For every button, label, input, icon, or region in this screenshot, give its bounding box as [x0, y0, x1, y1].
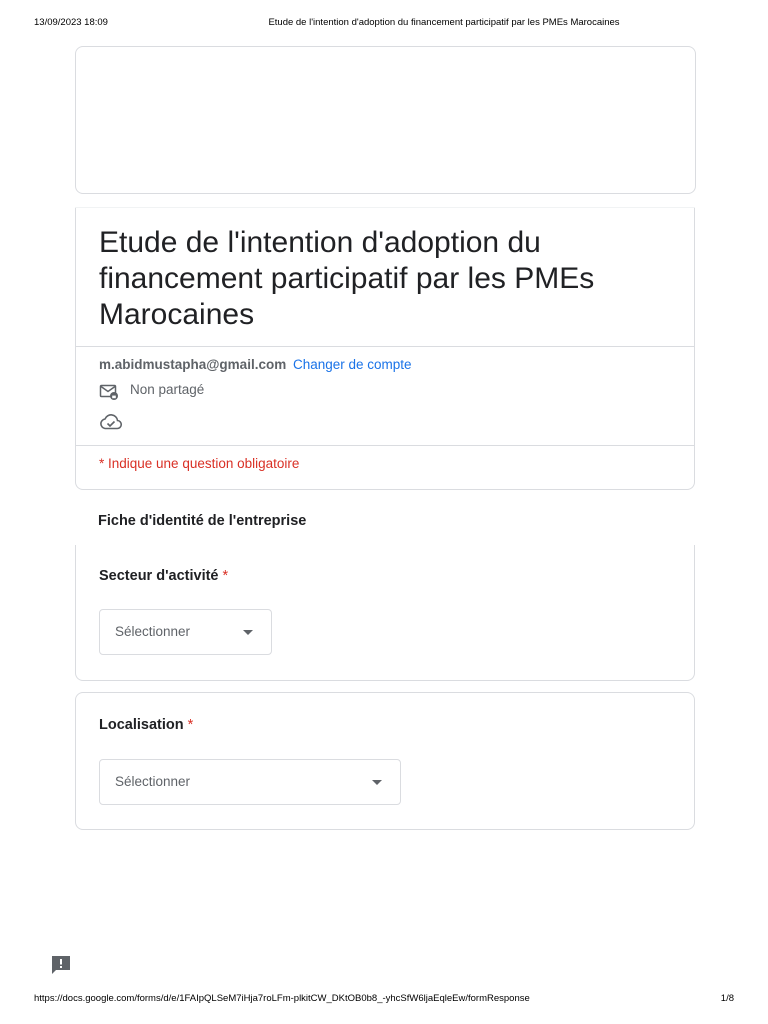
not-shared-label: Non partagé — [130, 382, 205, 397]
account-row: m.abidmustapha@gmail.com Changer de comp… — [99, 357, 412, 373]
account-email: m.abidmustapha@gmail.com — [99, 357, 287, 372]
question-card-sector: Secteur d'activité * Sélectionner — [75, 545, 695, 681]
required-asterisk: * — [187, 717, 194, 733]
divider — [76, 445, 694, 446]
print-header: 13/09/2023 18:09 Etude de l'intention d'… — [34, 17, 734, 31]
required-asterisk: * — [222, 568, 229, 584]
dropdown-value: Sélectionner — [115, 774, 191, 789]
feedback-icon[interactable] — [50, 954, 72, 976]
required-note: * Indique une question obligatoire — [99, 456, 300, 471]
print-url: https://docs.google.com/forms/d/e/1FAIpQ… — [34, 993, 530, 1004]
question-card-location: Localisation * Sélectionner — [75, 692, 695, 830]
mail-lock-icon — [99, 384, 118, 400]
switch-account-link[interactable]: Changer de compte — [293, 357, 412, 372]
header-image-card — [75, 46, 696, 194]
section-title: Fiche d'identité de l'entreprise — [98, 513, 307, 529]
dropdown-value: Sélectionner — [115, 624, 191, 639]
question-label-text: Localisation — [99, 717, 184, 733]
form-title: Etude de l'intention d'adoption du finan… — [99, 226, 595, 331]
question-label: Secteur d'activité * — [99, 568, 228, 584]
location-dropdown[interactable]: Sélectionner — [99, 759, 401, 805]
caret-down-icon — [372, 780, 382, 785]
caret-down-icon — [243, 630, 253, 635]
print-page-number: 1/8 — [720, 993, 734, 1004]
form-title-card: Etude de l'intention d'adoption du finan… — [75, 207, 695, 490]
print-footer: https://docs.google.com/forms/d/e/1FAIpQ… — [34, 993, 734, 1005]
question-label-text: Secteur d'activité — [99, 568, 219, 584]
question-label: Localisation * — [99, 717, 193, 733]
sector-dropdown[interactable]: Sélectionner — [99, 609, 272, 655]
cloud-check-icon — [100, 414, 123, 430]
print-doc-title: Etude de l'intention d'adoption du finan… — [268, 17, 620, 28]
divider — [76, 346, 694, 347]
